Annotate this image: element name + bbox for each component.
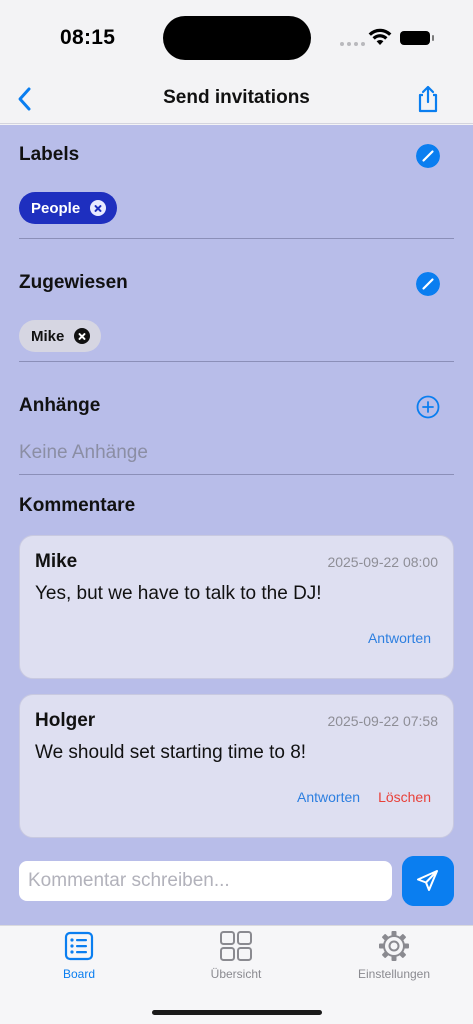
edit-labels-button[interactable]: [416, 144, 440, 168]
comment-card: Holger 2025-09-22 07:58 We should set st…: [19, 694, 454, 838]
navigation-bar: Send invitations: [0, 76, 473, 124]
comment-card: Mike 2025-09-22 08:00 Yes, but we have t…: [19, 535, 454, 679]
wifi-icon: [368, 28, 392, 45]
labels-heading: Labels: [19, 144, 80, 165]
dynamic-island: [163, 16, 311, 60]
assigned-heading: Zugewiesen: [19, 272, 128, 293]
comment-date: 2025-09-22 07:58: [327, 713, 438, 729]
assignee-chip-text: Mike: [31, 327, 65, 345]
divider: [19, 474, 454, 475]
attachments-heading: Anhänge: [19, 395, 101, 416]
tab-bar: Board Übersicht Einstellungen: [0, 925, 473, 1024]
divider: [19, 361, 454, 362]
reply-button[interactable]: Antworten: [297, 789, 360, 805]
home-indicator: [152, 1010, 322, 1015]
label-chip-people[interactable]: People: [19, 192, 118, 224]
remove-label-icon[interactable]: [90, 200, 107, 216]
status-time: 08:15: [60, 26, 116, 49]
status-bar: 08:15: [0, 0, 473, 76]
comment-text: Yes, but we have to talk to the DJ!: [35, 583, 322, 604]
tab-label: Board: [62, 967, 96, 981]
tab-settings[interactable]: Einstellungen: [334, 930, 454, 986]
comment-input[interactable]: [19, 861, 392, 901]
comment-date: 2025-09-22 08:00: [327, 554, 438, 570]
remove-assignee-icon[interactable]: [74, 328, 91, 344]
gear-icon: [379, 931, 409, 961]
divider: [19, 238, 454, 239]
delete-button[interactable]: Löschen: [378, 789, 431, 805]
page-title: Send invitations: [163, 87, 310, 108]
tab-label: Einstellungen: [357, 967, 431, 981]
comment-author: Mike: [35, 551, 78, 572]
tab-board[interactable]: Board: [19, 930, 139, 986]
label-chip-text: People: [31, 199, 81, 217]
reply-button[interactable]: Antworten: [368, 630, 431, 646]
list-icon: [64, 931, 94, 961]
add-attachment-button[interactable]: [416, 395, 440, 419]
comment-actions: Antworten: [368, 630, 431, 646]
edit-assigned-button[interactable]: [416, 272, 440, 296]
share-button[interactable]: [414, 84, 442, 114]
send-button[interactable]: [402, 856, 454, 906]
tab-label: Übersicht: [210, 967, 262, 981]
assignee-chip-mike[interactable]: Mike: [19, 320, 102, 352]
comments-heading: Kommentare: [19, 495, 136, 516]
comment-author: Holger: [35, 710, 96, 731]
comment-text: We should set starting time to 8!: [35, 742, 307, 763]
no-attachments-text: Keine Anhänge: [19, 442, 148, 463]
cellular-signal-icon: [340, 42, 365, 46]
tab-overview[interactable]: Übersicht: [176, 930, 296, 986]
task-detail-content: Labels People Zugewiesen Mike Anhänge Ke…: [0, 125, 473, 925]
battery-icon: [400, 31, 434, 45]
comment-actions: Antworten Löschen: [297, 789, 431, 805]
grid-icon: [220, 931, 252, 961]
